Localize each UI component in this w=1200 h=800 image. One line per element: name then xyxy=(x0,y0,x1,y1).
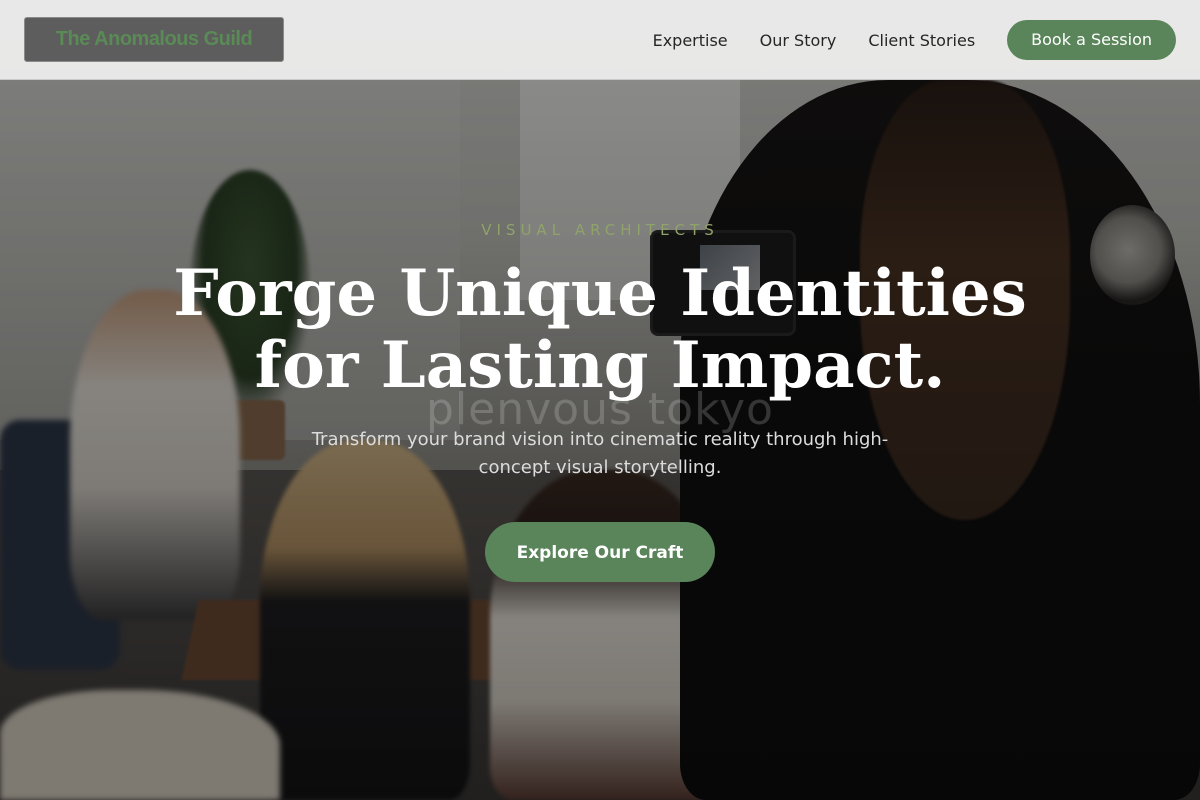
hero-title-line-2: for Lasting Impact. xyxy=(254,328,946,403)
book-session-button[interactable]: Book a Session xyxy=(1007,20,1176,60)
hero-subtitle: Transform your brand vision into cinemat… xyxy=(311,429,889,478)
nav-link-expertise[interactable]: Expertise xyxy=(653,31,728,50)
site-logo[interactable]: The Anomalous Guild xyxy=(24,17,284,62)
main-nav: Expertise Our Story Client Stories Book … xyxy=(653,20,1176,60)
hero-title-line-1: Forge Unique Identities xyxy=(173,256,1027,331)
hero-eyebrow: VISUAL ARCHITECTS xyxy=(481,221,719,239)
hero-title: Forge Unique Identities for Lasting Impa… xyxy=(100,258,1100,402)
site-header: The Anomalous Guild Expertise Our Story … xyxy=(0,0,1200,80)
nav-link-our-story[interactable]: Our Story xyxy=(760,31,837,50)
explore-craft-button[interactable]: Explore Our Craft xyxy=(485,522,715,582)
page: plenvous tokyo The Anomalous Guild Exper… xyxy=(0,0,1200,800)
nav-link-client-stories[interactable]: Client Stories xyxy=(868,31,975,50)
